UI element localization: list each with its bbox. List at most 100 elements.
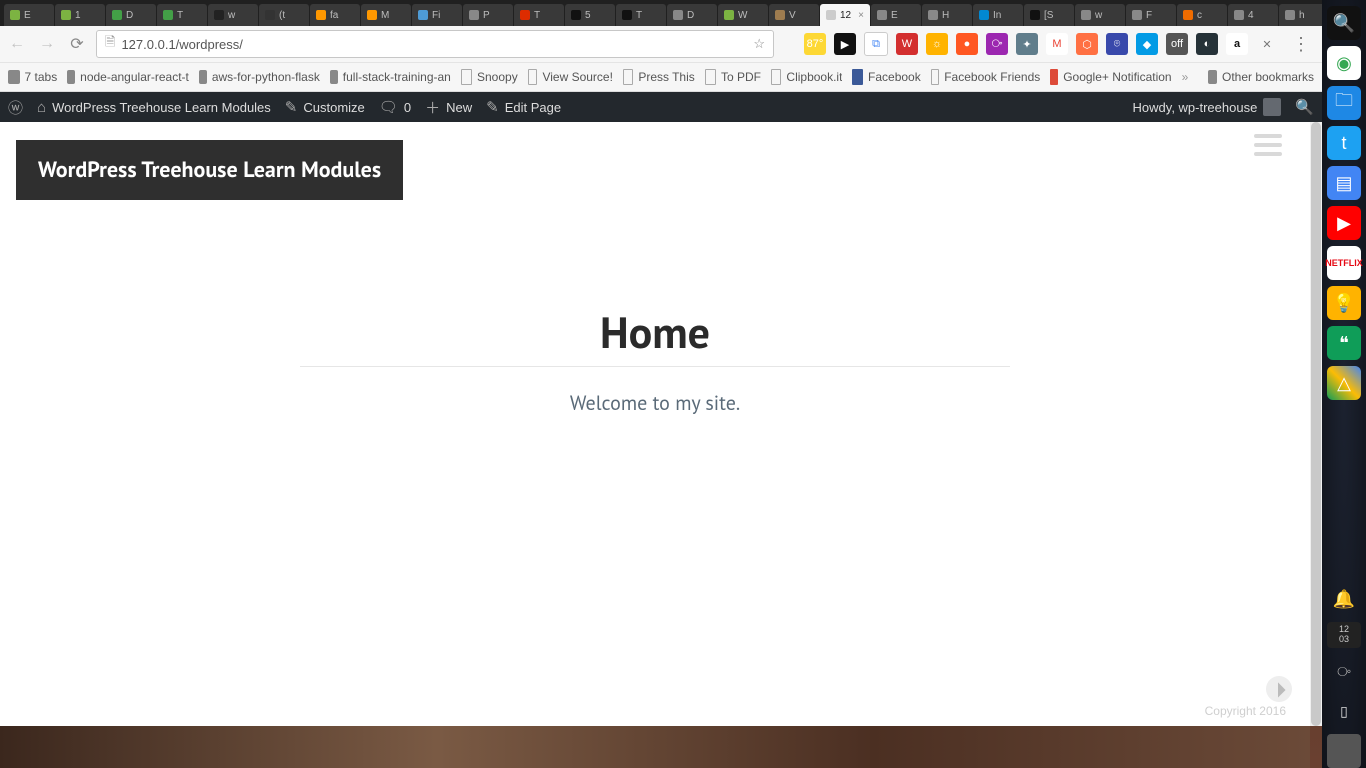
copyright-text: Copyright 2016 [1205, 704, 1286, 718]
bookmark-star-icon[interactable]: ☆ [753, 36, 765, 52]
page-icon: 🗎 [105, 33, 115, 55]
clock-min: 03 [1327, 635, 1361, 645]
extension-icon[interactable]: ⧂ [986, 33, 1008, 55]
browser-tab[interactable]: 5 [565, 4, 615, 26]
search-icon[interactable]: 🔍 [1327, 6, 1361, 40]
notifications-icon[interactable]: 🔔 [1327, 582, 1361, 616]
tab-strip: E 1 D T w (t fa M Fi P T 5 T D W V 12× E… [0, 0, 1322, 26]
bookmark-item[interactable]: Google+ Notification [1050, 69, 1171, 85]
extension-icon[interactable]: off [1166, 33, 1188, 55]
scroll-to-top-button[interactable]: ◥ [1261, 671, 1298, 708]
extension-icon[interactable]: ⬡ [1076, 33, 1098, 55]
dock-app-chrome[interactable]: ◉ [1327, 46, 1361, 80]
bookmark-folder[interactable]: full-stack-training-an [330, 70, 451, 84]
bookmark-folder[interactable]: node-angular-react-t [67, 70, 189, 84]
dock-app-idea[interactable]: 💡 [1327, 286, 1361, 320]
browser-tab[interactable]: M [361, 4, 411, 26]
bookmark-item[interactable]: To PDF [705, 69, 761, 85]
dock-clock[interactable]: 1203 [1327, 622, 1361, 648]
browser-tab[interactable]: 4 [1228, 4, 1278, 26]
extension-icon[interactable]: W [896, 33, 918, 55]
dock-app-youtube[interactable]: ▶ [1327, 206, 1361, 240]
extension-gmail-icon[interactable]: M [1046, 33, 1068, 55]
browser-tab[interactable]: [S [1024, 4, 1074, 26]
wp-new-link[interactable]: ＋New [425, 97, 472, 118]
forward-button[interactable]: → [36, 33, 58, 55]
browser-tab[interactable]: W [718, 4, 768, 26]
back-button[interactable]: ← [6, 33, 28, 55]
extension-icon[interactable]: ⌾ [1106, 33, 1128, 55]
extension-icon[interactable]: ▶ [834, 33, 856, 55]
scrollbar-thumb[interactable] [1311, 122, 1321, 726]
site-title-badge[interactable]: WordPress Treehouse Learn Modules [16, 140, 403, 200]
reload-button[interactable]: ⟳ [66, 33, 88, 55]
browser-tab[interactable]: fa [310, 4, 360, 26]
browser-tab[interactable]: h [1279, 4, 1322, 26]
browser-tab[interactable]: w [208, 4, 258, 26]
bookmark-item[interactable]: Snoopy [461, 69, 518, 85]
extension-amazon-icon[interactable]: a [1226, 33, 1248, 55]
chrome-menu-button[interactable]: ⋮ [1286, 34, 1316, 55]
extension-icon[interactable]: ⧉ [864, 32, 888, 56]
wp-edit-page-link[interactable]: ✎Edit Page [486, 98, 561, 116]
extension-icon[interactable]: ☼ [926, 33, 948, 55]
browser-tab[interactable]: V [769, 4, 819, 26]
browser-tab[interactable]: F [1126, 4, 1176, 26]
browser-tab[interactable]: P [463, 4, 513, 26]
wifi-icon[interactable]: ⧂ [1327, 654, 1361, 688]
avatar [1263, 98, 1281, 116]
browser-tab[interactable]: c [1177, 4, 1227, 26]
browser-tab[interactable]: Fi [412, 4, 462, 26]
browser-tab-active[interactable]: 12× [820, 4, 870, 26]
wp-account-link[interactable]: Howdy, wp-treehouse [1133, 98, 1282, 116]
battery-icon[interactable]: ▯ [1327, 694, 1361, 728]
extension-icon[interactable]: ◆ [1136, 33, 1158, 55]
bookmark-folder[interactable]: 7 tabs [8, 70, 57, 84]
browser-tab[interactable]: (t [259, 4, 309, 26]
bookmark-item[interactable]: Facebook [852, 69, 920, 85]
wp-site-link[interactable]: ⌂WordPress Treehouse Learn Modules [37, 99, 271, 116]
dock-app-twitter[interactable]: t [1327, 126, 1361, 160]
wp-search-button[interactable]: 🔍 [1295, 98, 1314, 116]
bookmarks-overflow-icon[interactable]: » [1182, 70, 1189, 84]
browser-tab[interactable]: D [106, 4, 156, 26]
other-bookmarks-button[interactable]: Other bookmarks [1208, 70, 1314, 84]
bookmark-item[interactable]: View Source! [528, 69, 613, 85]
extension-icon[interactable]: ✕ [1256, 33, 1278, 55]
user-avatar[interactable] [1327, 734, 1361, 768]
browser-tab[interactable]: T [514, 4, 564, 26]
os-dock: 🔍 ◉ 🗀 t ▤ ▶ NETFLIX 💡 ❝ △ 🔔 1203 ⧂ ▯ [1322, 0, 1366, 768]
dock-app-drive[interactable]: △ [1327, 366, 1361, 400]
extension-icon[interactable]: ● [956, 33, 978, 55]
wp-comments-link[interactable]: 🗨0 [379, 98, 411, 116]
extension-icon[interactable]: ✦ [1016, 33, 1038, 55]
bookmark-folder[interactable]: aws-for-python-flask [199, 70, 320, 84]
wp-logo-button[interactable]: ⓦ [8, 97, 23, 118]
browser-tab[interactable]: 1 [55, 4, 105, 26]
vertical-scrollbar[interactable] [1310, 122, 1322, 726]
dock-app-docs[interactable]: ▤ [1327, 166, 1361, 200]
browser-tab[interactable]: In [973, 4, 1023, 26]
bookmark-item[interactable]: Press This [623, 69, 695, 85]
address-bar[interactable]: 🗎 127.0.0.1/wordpress/ ☆ [96, 30, 774, 58]
browser-tab[interactable]: E [4, 4, 54, 26]
dock-app-hangouts[interactable]: ❝ [1327, 326, 1361, 360]
browser-tab[interactable]: T [157, 4, 207, 26]
browser-tab[interactable]: H [922, 4, 972, 26]
bookmark-item[interactable]: Clipbook.it [771, 69, 842, 85]
extension-icon[interactable]: 87° [804, 33, 826, 55]
bookmark-item[interactable]: Facebook Friends [931, 69, 1041, 85]
dock-app-files[interactable]: 🗀 [1327, 86, 1361, 120]
browser-tab[interactable]: w [1075, 4, 1125, 26]
browser-tab[interactable]: T [616, 4, 666, 26]
browser-tab[interactable]: E [871, 4, 921, 26]
brush-icon: ✎ [285, 98, 298, 116]
browser-tab[interactable]: D [667, 4, 717, 26]
wp-customize-link[interactable]: ✎Customize [285, 98, 365, 116]
wp-admin-bar: ⓦ ⌂WordPress Treehouse Learn Modules ✎Cu… [0, 92, 1322, 122]
dock-app-netflix[interactable]: NETFLIX [1327, 246, 1361, 280]
extension-icon[interactable]: ◐ [1196, 33, 1218, 55]
toolbar: ← → ⟳ 🗎 127.0.0.1/wordpress/ ☆ 87° ▶ ⧉ W… [0, 26, 1322, 62]
hamburger-menu-button[interactable] [1254, 134, 1282, 156]
close-icon[interactable]: × [858, 10, 864, 21]
